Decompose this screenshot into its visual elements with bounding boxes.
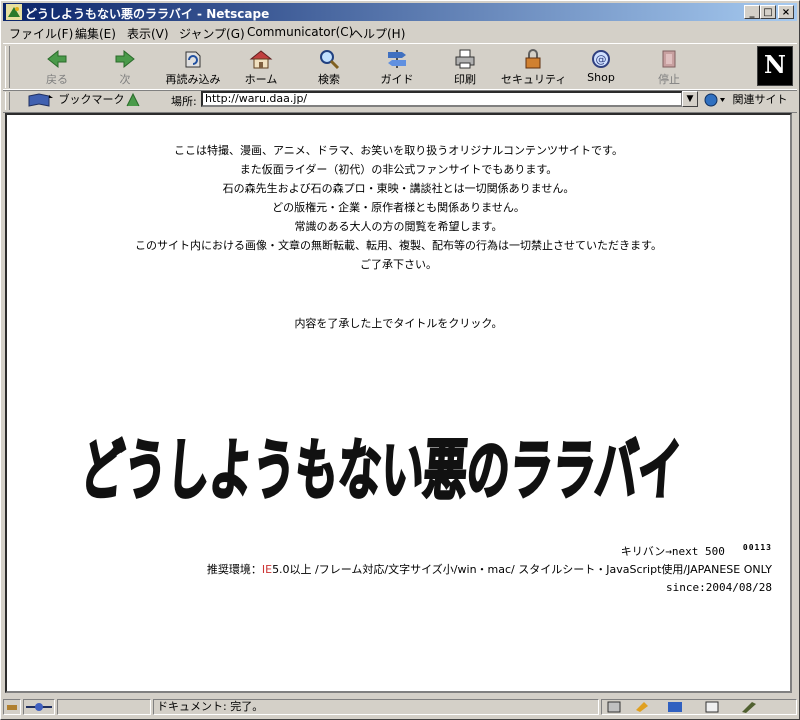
instruction-text: 内容を了承した上でタイトルをクリック。	[294, 317, 503, 330]
forward-button[interactable]: 次	[93, 46, 157, 88]
hit-counter: 00113	[742, 543, 772, 552]
page-content: ここは特撮、漫画、アニメ、ドラマ、お笑いを取り扱うオリジナルコンテンツサイトです…	[5, 113, 792, 693]
menu-go[interactable]: ジャンプ(G)	[179, 25, 245, 42]
page-proxy-icon[interactable]	[125, 92, 141, 108]
since-date: since:2004/08/28	[666, 581, 772, 594]
security-button[interactable]: セキュリティ	[501, 46, 566, 88]
site-title-logo-text: どうしようもない悪のララバイ	[78, 432, 683, 509]
netscape-app-icon	[6, 4, 22, 20]
component-bar-icons[interactable]	[602, 700, 796, 714]
menu-view[interactable]: 表示(V)	[127, 25, 169, 42]
kiriban-text: キリバン→next 500 00113	[620, 543, 772, 558]
browser-window: どうしようもない悪のララバイ - Netscape _ □ × ファイル(F) …	[0, 0, 800, 720]
svg-text:@: @	[596, 53, 607, 66]
intro-line: どの版権元・企業・原作者様とも関係ありません。	[272, 201, 525, 214]
intro-line: 常識のある大人の方の閲覧を希望します。	[294, 220, 503, 233]
close-button[interactable]: ×	[778, 5, 794, 19]
component-bar	[601, 699, 797, 715]
guide-button[interactable]: ガイド	[365, 46, 429, 88]
lock-icon	[525, 49, 541, 69]
minimize-button[interactable]: _	[744, 5, 760, 19]
location-toolbar: ブックマーク 場所: http://waru.daa.jp/ ▼ 関連サイト	[3, 89, 797, 113]
home-button[interactable]: ホーム	[229, 46, 293, 88]
recommended-environment: 推奨環境：IE5.0以上 /フレーム対応/文字サイズ小/win・mac/ スタイ…	[206, 563, 772, 576]
window-title: どうしようもない悪のララバイ - Netscape	[25, 7, 270, 21]
menu-edit[interactable]: 編集(E)	[75, 25, 116, 42]
url-dropdown-button[interactable]: ▼	[682, 91, 698, 107]
print-button[interactable]: 印刷	[433, 46, 497, 88]
menu-file[interactable]: ファイル(F)	[9, 25, 73, 42]
location-label: 場所:	[171, 95, 197, 108]
menu-bar: ファイル(F) 編集(E) 表示(V) ジャンプ(G) Communicator…	[3, 23, 797, 41]
status-text: ドキュメント: 完了。	[153, 699, 599, 715]
guide-icon	[388, 50, 406, 68]
url-input[interactable]: http://waru.daa.jp/	[201, 91, 683, 107]
site-title-logo-link[interactable]: どうしようもない悪のララバイ	[77, 385, 697, 525]
bookmarks-button[interactable]: ブックマーク	[27, 91, 125, 108]
search-button[interactable]: 検索	[297, 46, 361, 88]
reload-button[interactable]: 再読み込み	[161, 46, 225, 88]
title-bar: どうしようもない悪のララバイ - Netscape _ □ ×	[3, 3, 797, 21]
intro-line: また仮面ライダー（初代）の非公式ファンサイトでもあります。	[239, 163, 558, 176]
shop-icon: @	[592, 50, 610, 68]
stop-button[interactable]: 停止	[637, 46, 701, 88]
printer-icon	[455, 49, 475, 69]
location-toolbar-grip[interactable]	[5, 92, 10, 110]
reload-icon	[185, 51, 201, 68]
intro-text: ここは特撮、漫画、アニメ、ドラマ、お笑いを取り扱うオリジナルコンテンツサイトです…	[7, 141, 790, 274]
connection-status-icon[interactable]	[3, 699, 21, 715]
related-sites-button[interactable]: 関連サイト	[703, 91, 788, 108]
home-icon	[249, 50, 273, 69]
related-sites-icon	[704, 93, 725, 107]
intro-line: ご了承下さい。	[360, 258, 437, 271]
back-button[interactable]: 戻る	[25, 46, 89, 88]
toolbar-grip[interactable]	[5, 46, 10, 88]
intro-line: このサイト内における画像・文章の無断転載、転用、複製、配布等の行為は一切禁止させ…	[135, 239, 662, 252]
status-bar: ドキュメント: 完了。	[3, 697, 797, 717]
maximize-button[interactable]: □	[760, 5, 776, 19]
forward-arrow-icon	[115, 49, 135, 69]
shop-button[interactable]: @ Shop	[569, 46, 633, 88]
progress-bar	[57, 699, 151, 715]
menu-communicator[interactable]: Communicator(C)	[247, 25, 353, 39]
back-arrow-icon	[47, 49, 67, 69]
bookmark-icon	[28, 93, 53, 107]
stop-icon	[662, 50, 676, 68]
security-status-icon[interactable]	[23, 699, 55, 715]
menu-help[interactable]: ヘルプ(H)	[351, 25, 405, 42]
netscape-logo[interactable]: N	[757, 46, 793, 86]
search-icon	[320, 50, 340, 70]
intro-line: ここは特撮、漫画、アニメ、ドラマ、お笑いを取り扱うオリジナルコンテンツサイトです…	[174, 144, 623, 157]
intro-line: 石の森先生および石の森プロ・東映・講談社とは一切関係ありません。	[222, 182, 575, 195]
navigation-toolbar: 戻る 次 再読み込み ホーム 検索 ガイド 印刷 セキュリティ @ Shop 停…	[3, 43, 797, 91]
